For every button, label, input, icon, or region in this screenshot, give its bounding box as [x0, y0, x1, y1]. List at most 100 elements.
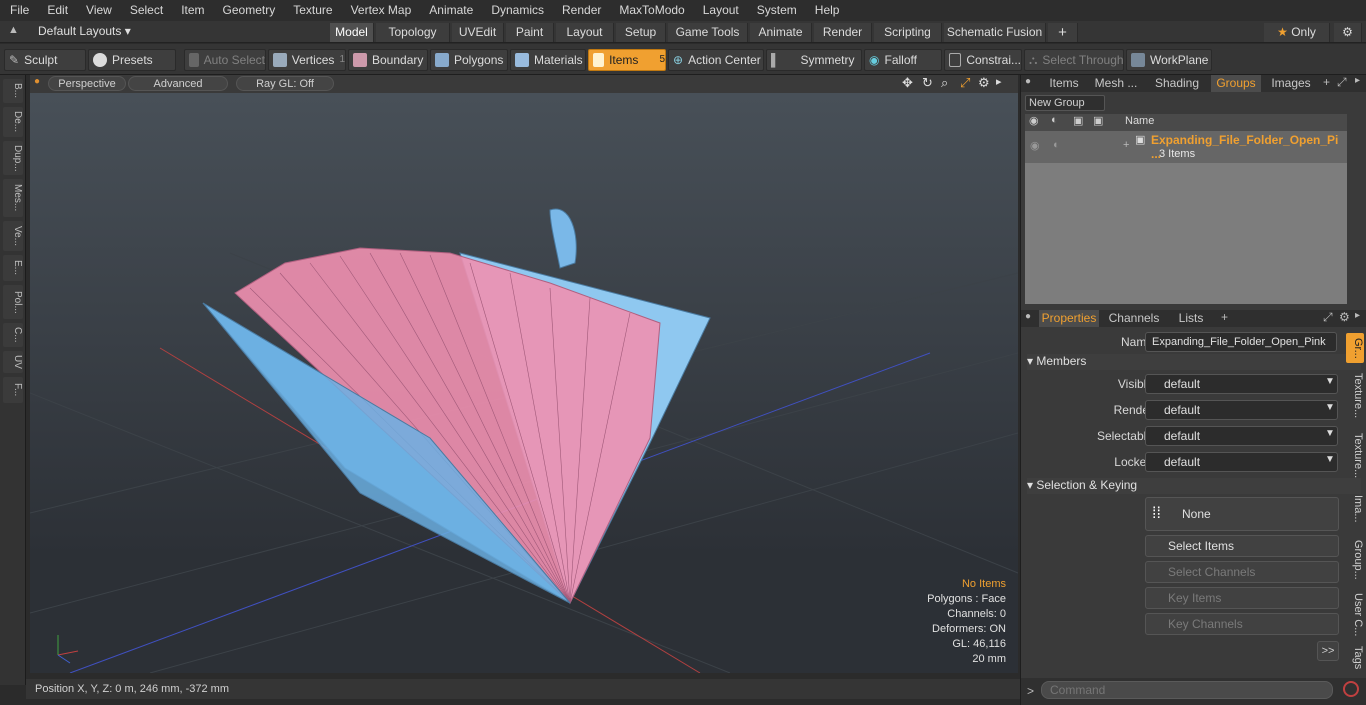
materials-button[interactable]: Materials: [510, 49, 586, 71]
row-visibility-icon[interactable]: ◉: [1030, 139, 1040, 152]
tab-uvedit[interactable]: UVEdit: [452, 23, 504, 42]
polygons-button[interactable]: Polygons: [430, 49, 508, 71]
render-col-icon[interactable]: ◐: [1051, 114, 1058, 126]
auto-select-button[interactable]: Auto Select: [184, 49, 266, 71]
menu-help[interactable]: Help: [805, 0, 848, 21]
menu-edit[interactable]: Edit: [37, 0, 76, 21]
add-panel-tab-icon[interactable]: +: [1323, 75, 1330, 89]
left-tab-polygon[interactable]: Pol...: [3, 285, 23, 319]
vtab-group-2[interactable]: Group...: [1346, 535, 1364, 585]
left-tab-mesh[interactable]: Mes...: [3, 179, 23, 217]
tab-setup[interactable]: Setup: [616, 23, 666, 42]
viewport-menu-icon[interactable]: ●: [34, 76, 40, 87]
locked-dropdown-icon[interactable]: ▼: [1325, 454, 1335, 465]
vtab-texture-1[interactable]: Texture...: [1346, 369, 1364, 423]
tab-items[interactable]: Items: [1041, 75, 1087, 92]
viewport-gear-icon[interactable]: ⚙: [978, 75, 990, 91]
layouts-dropdown[interactable]: Default Layouts ▾: [38, 24, 131, 38]
visible-select[interactable]: default: [1145, 374, 1338, 394]
left-tab-fusion[interactable]: F...: [3, 377, 23, 403]
vtab-texture-2[interactable]: Texture...: [1346, 429, 1364, 483]
row-expand-icon[interactable]: +: [1123, 139, 1129, 151]
tab-scripting[interactable]: Scripting: [874, 23, 942, 42]
add-props-tab-icon[interactable]: +: [1221, 310, 1228, 324]
tab-animate[interactable]: Animate: [750, 23, 812, 42]
key-channels-button[interactable]: Key Channels: [1145, 613, 1339, 635]
menu-texture[interactable]: Texture: [283, 0, 340, 21]
render-dropdown-icon[interactable]: ▼: [1325, 402, 1335, 413]
menu-render[interactable]: Render: [552, 0, 609, 21]
maximize-icon[interactable]: ⤢: [960, 75, 970, 91]
record-icon[interactable]: [1343, 681, 1359, 697]
zoom-icon[interactable]: ⌕: [941, 75, 948, 91]
pan-icon[interactable]: ✥: [902, 75, 913, 91]
panel-maximize-icon[interactable]: ⤢: [1337, 75, 1347, 90]
new-group-button[interactable]: New Group: [1025, 95, 1105, 111]
name-field[interactable]: Expanding_File_Folder_Open_Pink (5): [1145, 332, 1337, 366]
key-items-button[interactable]: Key Items: [1145, 587, 1339, 609]
raygl-button[interactable]: Ray GL: Off: [236, 76, 334, 91]
perspective-button[interactable]: Perspective: [48, 76, 126, 91]
tab-model[interactable]: Model: [330, 23, 374, 42]
left-tab-curve[interactable]: C...: [3, 323, 23, 347]
select-items-button[interactable]: Select Items: [1145, 535, 1339, 557]
tab-game-tools[interactable]: Game Tools: [668, 23, 748, 42]
select-through-button[interactable]: ⛬ Select Through: [1024, 49, 1124, 71]
selectable-select[interactable]: default: [1145, 426, 1338, 446]
left-tab-edge[interactable]: E...: [3, 255, 23, 281]
items-button[interactable]: Items 5: [588, 49, 666, 71]
rotate-icon[interactable]: ↻: [922, 75, 933, 91]
vtab-group[interactable]: Gr...: [1346, 333, 1364, 363]
vtab-tags[interactable]: Tags: [1346, 645, 1364, 671]
presets-button[interactable]: Presets: [88, 49, 176, 71]
menu-geometry[interactable]: Geometry: [213, 0, 284, 21]
menu-system[interactable]: System: [747, 0, 805, 21]
group-row[interactable]: ◉ ◐ + ▣ Expanding_File_Folder_Open_Pi ..…: [1025, 131, 1347, 163]
menu-vertex-map[interactable]: Vertex Map: [341, 0, 420, 21]
tab-mesh[interactable]: Mesh ...: [1091, 75, 1141, 92]
menu-animate[interactable]: Animate: [419, 0, 481, 21]
select-channels-button[interactable]: Select Channels: [1145, 561, 1339, 583]
none-button[interactable]: ⁞⁞ None: [1145, 497, 1339, 531]
symmetry-button[interactable]: ▌ Symmetry: [766, 49, 862, 71]
visible-dropdown-icon[interactable]: ▼: [1325, 376, 1335, 387]
action-center-button[interactable]: ⊕ Action Center: [668, 49, 764, 71]
3d-viewport[interactable]: No Items Polygons : Face Channels: 0 Def…: [30, 93, 1018, 673]
tab-topology[interactable]: Topology: [376, 23, 450, 42]
add-tab-icon[interactable]: +: [1048, 23, 1078, 42]
selection-keying-section[interactable]: ▾ Selection & Keying: [1027, 478, 1361, 494]
tab-paint[interactable]: Paint: [506, 23, 554, 42]
lock-col-icon[interactable]: ▣: [1093, 114, 1103, 127]
props-menu-icon[interactable]: ●: [1025, 311, 1031, 322]
left-tab-duplicate[interactable]: Dup...: [3, 141, 23, 175]
tab-images[interactable]: Images: [1263, 75, 1319, 92]
tab-layout[interactable]: Layout: [556, 23, 614, 42]
settings-gear-icon[interactable]: ⚙: [1334, 23, 1362, 42]
workplane-button[interactable]: WorkPlane: [1126, 49, 1212, 71]
tab-lists[interactable]: Lists: [1167, 310, 1215, 327]
tab-render[interactable]: Render: [814, 23, 872, 42]
sculpt-button[interactable]: ✎ Sculpt: [4, 49, 86, 71]
props-expand-icon[interactable]: ▸: [1355, 310, 1360, 321]
menu-select[interactable]: Select: [120, 0, 171, 21]
tab-properties[interactable]: Properties: [1039, 310, 1099, 327]
menu-dynamics[interactable]: Dynamics: [481, 0, 552, 21]
menu-layout[interactable]: Layout: [693, 0, 747, 21]
command-input[interactable]: [1041, 681, 1333, 699]
vtab-user-channels[interactable]: User C...: [1346, 589, 1364, 641]
more-button[interactable]: >>: [1317, 641, 1339, 661]
only-toggle[interactable]: ★ Only: [1264, 23, 1330, 42]
select-col-icon[interactable]: ▣: [1073, 114, 1083, 127]
falloff-button[interactable]: ◉ Falloff: [864, 49, 942, 71]
left-tab-basic[interactable]: B...: [3, 79, 23, 103]
viewport-expand-icon[interactable]: ▸: [996, 75, 1002, 88]
menu-maxtomodo[interactable]: MaxToModo: [609, 0, 692, 21]
tab-channels[interactable]: Channels: [1103, 310, 1165, 327]
advanced-button[interactable]: Advanced: [128, 76, 228, 91]
visibility-col-icon[interactable]: ◉: [1029, 114, 1039, 127]
boundary-button[interactable]: Boundary: [348, 49, 428, 71]
locked-select[interactable]: default: [1145, 452, 1338, 472]
tab-schematic-fusion[interactable]: Schematic Fusion: [944, 23, 1046, 42]
selectable-dropdown-icon[interactable]: ▼: [1325, 428, 1335, 439]
constraints-button[interactable]: Constrai...: [944, 49, 1022, 71]
